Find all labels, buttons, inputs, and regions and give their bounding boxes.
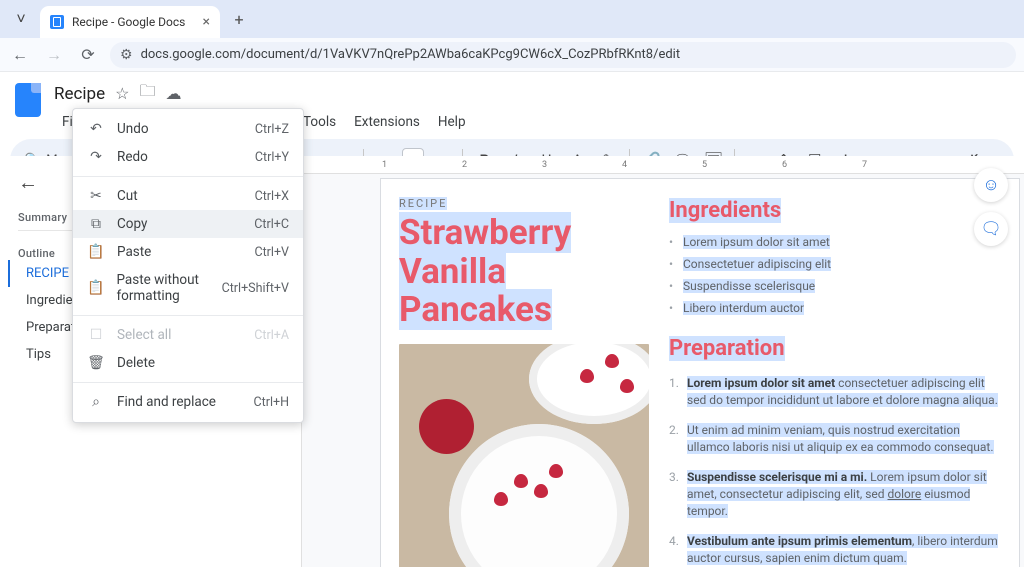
select-all-icon: ☐ [87, 327, 105, 343]
browser-tab[interactable]: Recipe - Google Docs × [40, 6, 220, 38]
copy-icon: ⧉ [87, 216, 105, 232]
menu-item-copy[interactable]: ⧉CopyCtrl+C [73, 210, 303, 238]
menu-item-find-and-replace[interactable]: ⌕Find and replaceCtrl+H [73, 388, 303, 416]
emoji-reaction-button[interactable]: ☺ [974, 168, 1008, 202]
menu-item-paste-without-formatting[interactable]: 📋Paste without formattingCtrl+Shift+V [73, 266, 303, 310]
comment-button[interactable]: 🗨 [974, 212, 1008, 246]
ingredient-item: Libero interdum auctor [669, 297, 1001, 319]
delete-icon: 🗑 [87, 355, 105, 371]
inline-link[interactable]: dolore [888, 487, 922, 501]
menu-item-cut[interactable]: ✂CutCtrl+X [73, 182, 303, 210]
horizontal-ruler[interactable]: 1234567 [302, 156, 1024, 174]
close-tab-icon[interactable]: × [203, 14, 210, 30]
preparation-step: Suspendisse scelerisque mi a mi. Lorem i… [669, 463, 1001, 527]
menu-extensions[interactable]: Extensions [346, 111, 428, 133]
menu-item-redo[interactable]: ↷RedoCtrl+Y [73, 143, 303, 171]
docs-home-button[interactable] [12, 80, 44, 120]
forward-button[interactable]: → [42, 43, 66, 67]
ingredient-item: Suspendisse scelerisque [669, 275, 1001, 297]
tab-search-button[interactable]: ˅ [8, 6, 34, 32]
document-page[interactable]: RECIPE StrawberryVanillaPancakes Ingredi… [380, 178, 1020, 567]
paste-without-formatting-icon: 📋 [87, 280, 104, 296]
preparation-step: Ut enim ad minim veniam, quis nostrud ex… [669, 416, 1001, 463]
menu-item-paste[interactable]: 📋PasteCtrl+V [73, 238, 303, 266]
menu-item-select-all: ☐Select allCtrl+A [73, 321, 303, 349]
cut-icon: ✂ [87, 188, 105, 204]
preparation-heading: Preparation [669, 336, 785, 361]
recipe-title: StrawberryVanillaPancakes [399, 214, 649, 330]
ingredients-heading: Ingredients [669, 198, 781, 223]
docs-favicon [50, 15, 64, 29]
menu-item-delete[interactable]: 🗑Delete [73, 349, 303, 377]
find-and-replace-icon: ⌕ [87, 394, 105, 410]
address-bar[interactable]: ⚙ docs.google.com/document/d/1VaVKV7nQre… [110, 42, 1016, 68]
document-title[interactable]: Recipe [54, 84, 105, 104]
edit-menu-dropdown: ↶UndoCtrl+Z↷RedoCtrl+Y ✂CutCtrl+X⧉CopyCtr… [72, 108, 304, 423]
reload-button[interactable]: ⟳ [76, 43, 100, 67]
redo-icon: ↷ [87, 149, 105, 165]
back-button[interactable]: ← [8, 43, 32, 67]
preparation-step: Vestibulum ante ipsum primis elementum, … [669, 527, 1001, 567]
menu-item-undo[interactable]: ↶UndoCtrl+Z [73, 115, 303, 143]
new-tab-button[interactable]: + [226, 6, 252, 32]
ingredient-item: Lorem ipsum dolor sit amet [669, 231, 1001, 253]
move-icon[interactable]: 🗀 [139, 80, 155, 107]
menu-help[interactable]: Help [430, 111, 474, 133]
recipe-overline: RECIPE [399, 197, 447, 210]
star-icon[interactable]: ☆ [115, 84, 129, 103]
ingredient-item: Consectetuer adipiscing elit [669, 253, 1001, 275]
cloud-status-icon[interactable]: ☁ [165, 84, 181, 103]
preparation-step: Lorem ipsum dolor sit amet consectetuer … [669, 369, 1001, 416]
paste-icon: 📋 [87, 244, 105, 260]
recipe-photo [399, 344, 649, 567]
site-info-icon[interactable]: ⚙ [120, 47, 133, 63]
url-text: docs.google.com/document/d/1VaVKV7nQrePp… [141, 47, 681, 62]
tab-title: Recipe - Google Docs [72, 15, 185, 29]
undo-icon: ↶ [87, 121, 105, 137]
